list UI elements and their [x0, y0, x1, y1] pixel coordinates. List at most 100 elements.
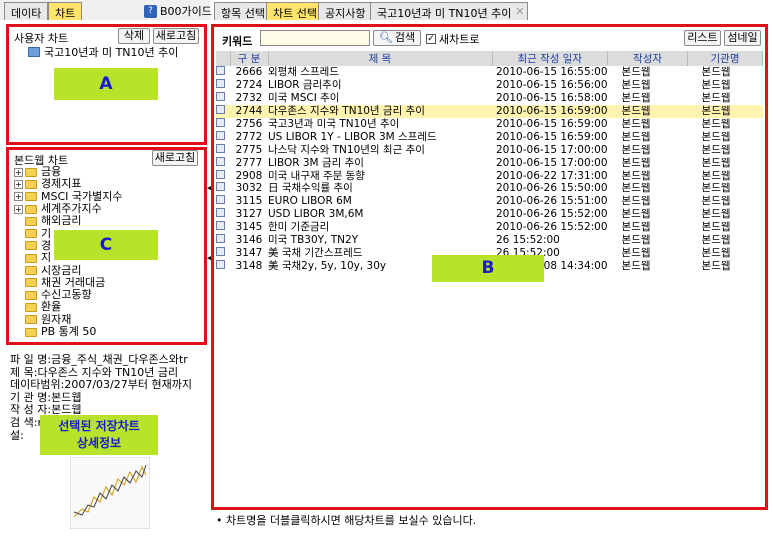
cell-id: 2772	[235, 130, 263, 143]
cell-author: 본드웹	[621, 156, 651, 169]
tab-item-select[interactable]: 항목 선택	[214, 2, 272, 20]
chart-icon	[216, 169, 225, 179]
table-row[interactable]: 3127 USD LIBOR 3M,6M 2010-06-26 15:52:00 본드…	[216, 208, 763, 221]
cell-org: 본드웹	[701, 246, 731, 259]
table-row[interactable]: 2756 국고3년과 미국 TN10년 추이 2010-06-15 16:59:00…	[216, 118, 763, 131]
table-row[interactable]: 3146 미국 TB30Y, TN2Y 26 15:52:00 본드웹 본드웹	[216, 234, 763, 247]
folder-icon	[25, 266, 37, 276]
tab-notice[interactable]: 공지사항	[318, 2, 373, 20]
chart-icon	[216, 182, 225, 192]
table-row[interactable]: 2744 다우존스 지수와 TN10년 금리 추이 2010-06-15 16:59…	[216, 104, 763, 118]
cell-author: 본드웹	[621, 118, 651, 130]
cell-id: 2724	[235, 79, 263, 92]
cell-author: 본드웹	[621, 169, 651, 182]
tree-item[interactable]: + 경제지표	[14, 178, 123, 190]
close-icon[interactable]: ✕	[515, 5, 524, 18]
tree-item[interactable]: 환율	[14, 301, 123, 313]
expand-icon[interactable]: +	[14, 204, 23, 214]
chart-icon	[216, 105, 225, 115]
row-icon-cell	[216, 104, 230, 118]
tree-item-label: MSCI 국가별지수	[41, 189, 123, 203]
cell-author: 본드웹	[621, 66, 651, 79]
column-header-id[interactable]: 구 분	[230, 51, 269, 66]
cell-org: 본드웹	[701, 130, 731, 143]
row-icon-cell	[216, 221, 230, 234]
tree-item[interactable]: 수신고동향	[14, 289, 123, 301]
tree-item[interactable]: + MSCI 국가별지수	[14, 189, 123, 203]
row-icon-cell	[216, 66, 230, 79]
search-button[interactable]: 🔍︎ 검색	[373, 30, 421, 46]
cell-org: 본드웹	[701, 79, 731, 92]
table-row[interactable]: 2724 LIBOR 금리추이 2010-06-15 16:56:00 본드웹 본드웹	[216, 79, 763, 92]
cell-id: 2908	[235, 169, 263, 182]
user-refresh-button[interactable]: 새로고침	[153, 28, 199, 44]
tab-data[interactable]: 데이타	[4, 2, 49, 20]
bond-refresh-button[interactable]: 새로고침	[152, 150, 198, 166]
row-icon-cell	[216, 92, 230, 105]
guide-button[interactable]: ? B00가이드	[144, 3, 212, 19]
tree-item[interactable]: 채권 거래대금	[14, 276, 123, 289]
row-icon-cell	[216, 182, 230, 195]
detail-separator: :	[20, 428, 24, 442]
cell-date: 2010-06-26 15:51:00	[496, 195, 608, 208]
row-icon-cell	[216, 234, 230, 247]
table-row[interactable]: 3145 한미 기준금리 2010-06-26 15:52:00 본드웹 본드웹	[216, 221, 763, 234]
chart-icon	[216, 130, 225, 140]
tree-item[interactable]: 원자재	[14, 313, 123, 326]
chart-icon	[216, 259, 225, 269]
user-chart-item[interactable]: 국고10년과 미 TN10년 추이	[28, 44, 178, 60]
cell-title: LIBOR 3M 금리 추이	[268, 156, 364, 169]
cell-date: 2010-06-15 16:59:00	[496, 130, 608, 143]
cell-date: 2010-06-15 16:59:00	[496, 118, 608, 130]
tree-item[interactable]: + 금융	[14, 166, 123, 178]
chart-list-table: 구 분 제 목 최근 작성 일자 작성자 기관명 2666 외평채 스프레드 201…	[216, 51, 763, 272]
tree-item-label: 금융	[41, 165, 62, 179]
table-row[interactable]: 2777 LIBOR 3M 금리 추이 2010-06-15 17:00:00 본드웹…	[216, 156, 763, 169]
new-window-checkbox[interactable]: ✓ 새차트로	[426, 31, 479, 47]
column-header-title[interactable]: 제 목	[268, 51, 493, 66]
table-row[interactable]: 2775 나스닥 지수와 TN10년의 최근 추이 2010-06-15 17:00…	[216, 143, 763, 156]
cell-org: 본드웹	[701, 234, 731, 247]
table-row[interactable]: 2666 외평채 스프레드 2010-06-15 16:55:00 본드웹 본드웹	[216, 66, 763, 79]
delete-button[interactable]: 삭제	[118, 28, 150, 44]
checkbox-checked-icon[interactable]: ✓	[426, 34, 436, 44]
tab-chart-select[interactable]: 차트 선택	[266, 2, 324, 20]
thumbnail-view-button[interactable]: 섬네일	[724, 30, 761, 46]
column-header-org[interactable]: 기관명	[687, 51, 763, 66]
tab-chart-view[interactable]: 국고10년과 미 TN10년 추이 ✕	[370, 2, 529, 20]
expand-icon[interactable]: +	[14, 167, 23, 177]
tree-item[interactable]: 해외금리	[14, 215, 123, 227]
guide-label: B00가이드	[160, 5, 212, 18]
cell-date: 2010-06-15 16:58:00	[496, 92, 608, 105]
chart-file-icon	[28, 47, 40, 57]
cell-title: 나스닥 지수와 TN10년의 최근 추이	[268, 143, 425, 156]
table-row[interactable]: 2908 미국 내구재 주문 동향 2010-06-22 17:31:00 본드웹 본드…	[216, 169, 763, 182]
table-row[interactable]: 2732 미국 MSCI 추이 2010-06-15 16:58:00 본드웹 본드웹	[216, 92, 763, 105]
tab-chart[interactable]: 차트	[48, 2, 83, 20]
keyword-input[interactable]	[260, 30, 370, 46]
tree-item-label: 경제지표	[41, 177, 82, 191]
tree-item[interactable]: 시장금리	[14, 264, 123, 276]
cell-id: 3115	[235, 195, 263, 208]
list-view-button[interactable]: 리스트	[684, 30, 721, 46]
table-row[interactable]: 2772 US LIBOR 1Y - LIBOR 3M 스프레드 2010-06-1…	[216, 130, 763, 143]
expand-icon[interactable]: +	[14, 192, 23, 202]
help-icon: ?	[144, 4, 157, 18]
table-row[interactable]: 3032 日 국채수익률 추이 2010-06-26 15:50:00 본드웹 본드웹	[216, 182, 763, 195]
expand-icon[interactable]: +	[14, 179, 23, 189]
cell-date: 2010-06-15 17:00:00	[496, 143, 608, 156]
table-row[interactable]: 3115 EURO LIBOR 6M 2010-06-26 15:51:00 본드웹 본…	[216, 195, 763, 208]
column-header-author[interactable]: 작성자	[607, 51, 689, 66]
cell-org: 본드웹	[701, 182, 731, 195]
cell-id: 2756	[235, 118, 263, 130]
tab-chart-view-label: 국고10년과 미 TN10년 추이	[377, 7, 512, 20]
tree-item-label: 해외금리	[41, 214, 82, 228]
cell-org: 본드웹	[701, 143, 731, 156]
tree-item[interactable]: PB 통계 50	[14, 326, 123, 338]
cell-title: 한미 기준금리	[268, 221, 330, 234]
cell-date: 2010-06-26 15:50:00	[496, 182, 608, 195]
detail-label-line2: 상세정보	[76, 436, 122, 450]
column-header-date[interactable]: 최근 작성 일자	[492, 51, 609, 66]
row-icon-cell	[216, 130, 230, 143]
cell-id: 2732	[235, 92, 263, 105]
